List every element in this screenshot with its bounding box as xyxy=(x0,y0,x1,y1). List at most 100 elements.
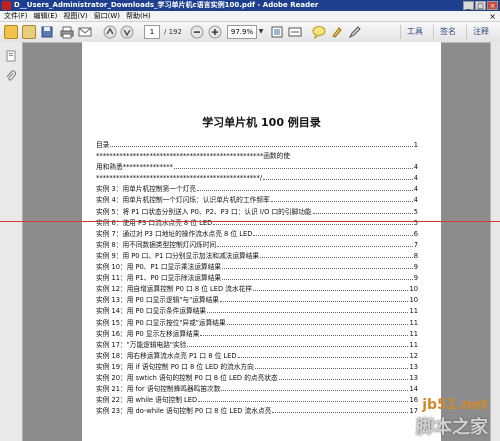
attachments-paperclip-icon[interactable] xyxy=(5,70,17,82)
toc-entry[interactable]: 实例 18：用右移运算流水点亮 P1 口 8 位 LED 12 xyxy=(96,351,418,362)
document-title: 学习单片机 100 例目录 xyxy=(202,116,321,129)
toc-entry[interactable]: ****************************************… xyxy=(96,173,418,184)
toc-leader-dots xyxy=(222,262,413,270)
sign-pen-icon[interactable] xyxy=(348,25,362,39)
toc-entry-text: ****************************************… xyxy=(96,174,263,183)
fit-page-icon[interactable] xyxy=(270,25,284,39)
toc-leader-dots xyxy=(198,395,409,403)
tools-button[interactable]: 工具 xyxy=(400,25,429,39)
toc-leader-dots xyxy=(217,240,413,247)
toc-leader-dots xyxy=(187,340,409,347)
toc-page-number: 4 xyxy=(413,163,418,172)
toc-leader-dots xyxy=(110,140,413,147)
toc-entry-text: 实例 5：将 P1 口状态分别送入 P0、P2、P3 口：认识 I/O 口的引脚… xyxy=(96,207,312,216)
vertical-scrollbar[interactable] xyxy=(490,42,500,441)
email-icon[interactable] xyxy=(78,25,92,39)
close-button[interactable]: × xyxy=(487,1,498,10)
highlight-icon[interactable] xyxy=(330,25,344,39)
toc-page-number: 11 xyxy=(409,307,418,316)
fit-width-icon[interactable] xyxy=(288,25,302,39)
toc-page-number: 10 xyxy=(409,296,418,305)
toc-entry[interactable]: 目录 1 xyxy=(96,140,418,151)
table-of-contents: 目录 1 *************************************… xyxy=(96,140,418,417)
toc-page-number: 11 xyxy=(409,340,418,349)
toc-entry-text: 实例 21：用 for 语句控制蜂鸣器鸣笛次数 xyxy=(96,385,221,394)
toc-entry[interactable]: 实例 21：用 for 语句控制蜂鸣器鸣笛次数 14 xyxy=(96,384,418,395)
page-thumbnails-icon[interactable] xyxy=(5,50,17,62)
toc-entry[interactable]: 实例 6：使用 P3 口流水点亮 8 位 LED 5 xyxy=(96,218,418,229)
toc-entry-text: 实例 20：用 swtich 语句的控制 P0 口 8 位 LED 的点亮状态 xyxy=(96,373,278,382)
toc-page-number: 13 xyxy=(409,373,418,382)
zoom-level-select[interactable]: 97.9% xyxy=(227,25,257,39)
menu-edit[interactable]: 编辑(E) xyxy=(34,11,58,21)
toc-entry[interactable]: 实例 14：用 P0 口显示条件运算结果 11 xyxy=(96,306,418,317)
toc-page-number: 11 xyxy=(409,329,418,338)
toc-entry[interactable]: 实例 4：用单片机控制一个灯闪烁：认识单片机的工作频率 4 xyxy=(96,195,418,206)
comment-bubble-icon[interactable] xyxy=(312,25,326,40)
toc-leader-dots xyxy=(237,351,409,358)
menu-window[interactable]: 窗口(W) xyxy=(94,11,120,21)
toc-entry-text: 实例 15：用 P0 口显示按位"异或"运算结果 xyxy=(96,318,226,327)
toc-entry[interactable]: 用和熟悉*************** 4 xyxy=(96,162,418,173)
open-folder-icon[interactable] xyxy=(22,25,36,39)
save-icon[interactable] xyxy=(40,25,54,39)
zoom-in-icon[interactable] xyxy=(208,25,222,39)
toc-page-number: 9 xyxy=(413,274,418,283)
window-title: D__Users_Administrator_Downloads_学习单片机c语… xyxy=(14,1,319,9)
toc-leader-dots xyxy=(222,273,413,281)
menu-help[interactable]: 帮助(H) xyxy=(126,11,151,21)
toc-entry[interactable]: 实例 3：用单片机控制第一个灯亮 4 xyxy=(96,184,418,195)
toc-leader-dots xyxy=(197,184,413,192)
toc-entry[interactable]: 实例 7：通过对 P3 口地址的操作流水点亮 8 位 LED 6 xyxy=(96,229,418,240)
toc-entry[interactable]: 实例 23：用 do-while 语句控制 P0 口 8 位 LED 流水点亮 1… xyxy=(96,406,418,417)
toc-leader-dots xyxy=(219,295,409,303)
maximize-button[interactable]: □ xyxy=(475,1,486,10)
next-page-icon[interactable] xyxy=(120,25,134,39)
toc-entry[interactable]: 实例 22：用 while 语句控制 LED 16 xyxy=(96,395,418,406)
toc-entry-text: 实例 19：用 if 语句控制 P0 口 8 位 LED 的流水方向 xyxy=(96,362,254,371)
sign-button[interactable]: 签名 xyxy=(433,25,462,39)
menu-file[interactable]: 文件(F) xyxy=(4,11,28,21)
create-icon[interactable] xyxy=(4,25,18,39)
toc-entry[interactable]: 实例 12：用自增运算控制 P0 口 8 位 LED 流水花样 10 xyxy=(96,284,418,295)
toc-entry[interactable]: 实例 19：用 if 语句控制 P0 口 8 位 LED 的流水方向 13 xyxy=(96,362,418,373)
toc-page-number: 14 xyxy=(409,385,418,394)
toc-entry-text: 目录 xyxy=(96,141,110,149)
toc-entry-text: 实例 9：用 P0 口、P1 口分别显示加法和减法运算结果 xyxy=(96,251,260,260)
toc-entry[interactable]: 实例 16：用 P0 显示左移运算结果 11 xyxy=(96,329,418,340)
toc-entry[interactable]: 实例 15：用 P0 口显示按位"异或"运算结果 11 xyxy=(96,318,418,329)
zoom-dropdown-icon[interactable]: ▼ xyxy=(257,25,265,39)
toc-entry[interactable]: 实例 17："万能逻辑电路"实验 11 xyxy=(96,340,418,351)
toc-entry-text: 实例 22：用 while 语句控制 LED xyxy=(96,396,198,405)
toc-page-number: 1 xyxy=(413,141,418,149)
previous-page-icon[interactable] xyxy=(103,25,117,39)
minimize-button[interactable]: _ xyxy=(463,1,474,10)
toc-entry[interactable]: 实例 5：将 P1 口状态分别送入 P0、P2、P3 口：认识 I/O 口的引脚… xyxy=(96,207,418,218)
watermark-site: jb51.net xyxy=(422,397,488,413)
toc-entry[interactable]: 实例 8：用不同数据类型控制灯闪烁时间 7 xyxy=(96,240,418,251)
toc-entry[interactable]: ****************************************… xyxy=(96,151,418,162)
page-number-input[interactable]: 1 xyxy=(144,25,160,39)
toc-leader-dots xyxy=(221,384,409,392)
zoom-out-icon[interactable] xyxy=(190,25,204,39)
toc-entry[interactable]: 实例 20：用 swtich 语句的控制 P0 口 8 位 LED 的点亮状态 1… xyxy=(96,373,418,384)
close-document-icon[interactable]: × xyxy=(489,11,496,22)
toc-entry-text: ****************************************… xyxy=(96,152,290,161)
toc-entry[interactable]: 实例 13：用 P0 口显示逻辑"与"运算结果 10 xyxy=(96,295,418,306)
toc-leader-dots xyxy=(272,406,409,414)
comment-button[interactable]: 注释 xyxy=(466,25,495,39)
toc-entry-text: 实例 8：用不同数据类型控制灯闪烁时间 xyxy=(96,240,217,249)
toc-entry-text: 实例 17："万能逻辑电路"实验 xyxy=(96,340,187,349)
menu-view[interactable]: 视图(V) xyxy=(63,11,87,21)
toc-entry[interactable]: 实例 9：用 P0 口、P1 口分别显示加法和减法运算结果 8 xyxy=(96,251,418,262)
print-icon[interactable] xyxy=(60,25,74,39)
toc-leader-dots xyxy=(200,329,409,336)
toc-entry-text: 实例 3：用单片机控制第一个灯亮 xyxy=(96,185,197,194)
toc-leader-dots xyxy=(254,362,409,369)
watermark-name: 脚本之家 xyxy=(416,417,488,438)
toc-entry[interactable]: 实例 10：用 P0、P1 口显示乘法运算结果 9 xyxy=(96,262,418,273)
navigation-panel xyxy=(0,42,23,441)
toc-page-number: 13 xyxy=(409,362,418,371)
toc-leader-dots xyxy=(253,229,413,236)
toc-entry[interactable]: 实例 11：用 P1、P0 口显示除法运算结果 9 xyxy=(96,273,418,284)
